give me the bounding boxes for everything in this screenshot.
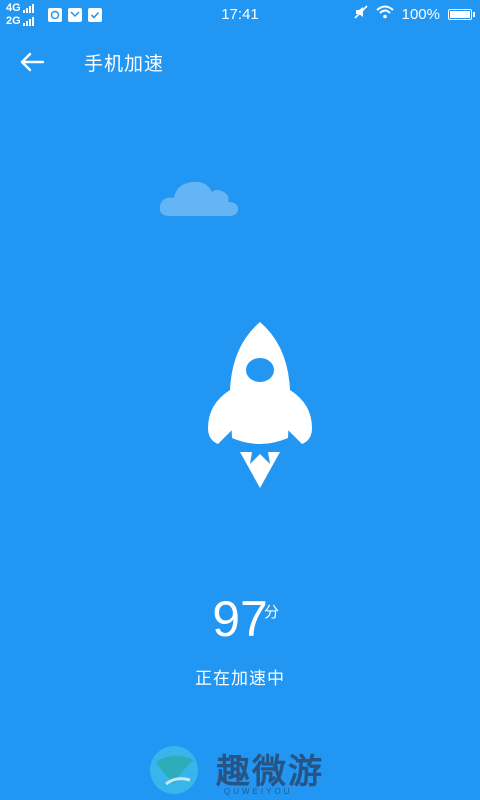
back-button[interactable] [16,46,48,78]
cloud-icon [158,176,240,222]
speedup-status-text: 正在加速中 [195,669,285,689]
page-title: 手机加速 [84,53,165,75]
watermark-sub: QUWEIYOU [224,787,293,796]
silent-icon [354,5,368,23]
status-bar: 4G 2G 17:41 100% [0,0,480,32]
title-bar: 手机加速 [0,40,480,84]
battery-icon [448,8,475,20]
score-value: 97 [212,591,268,647]
watermark-brand: 趣微游 [216,752,324,792]
score-unit: 分 [264,603,280,621]
score-wrap: 97 [0,590,480,648]
watermark: 趣微游 QUWEIYOU [146,740,346,800]
watermark-logo-icon [150,746,198,794]
status-bar-right: 100% [354,5,475,23]
battery-fill [450,10,470,18]
rocket-icon [204,318,316,494]
battery-percent: 100% [401,5,440,23]
arrow-left-icon [20,52,45,72]
wifi-icon [375,5,394,23]
